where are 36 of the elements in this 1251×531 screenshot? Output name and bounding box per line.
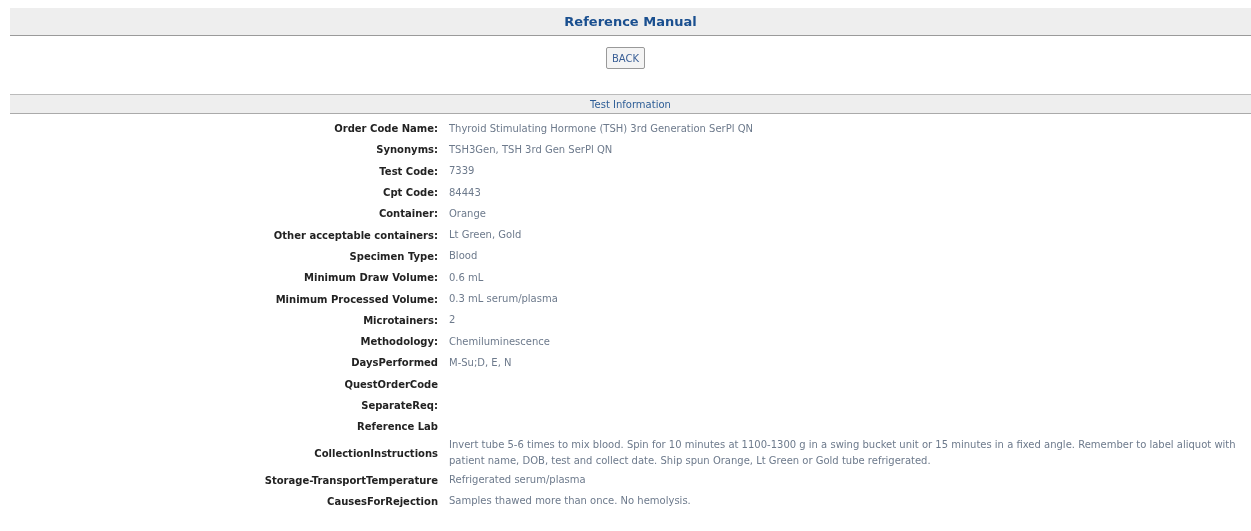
field-label: Microtainers: — [362, 314, 438, 326]
field-value: Thyroid Stimulating Hormone (TSH) 3rd Generation SerPl QN — [449, 121, 755, 136]
field-label: Cpt Code: — [382, 187, 438, 199]
field-label: QuestOrderCode — [343, 378, 438, 390]
field-value: 7339 — [449, 164, 476, 179]
field-label: CollectionInstructions — [313, 447, 438, 459]
field-label: Minimum Draw Volume: — [303, 272, 438, 284]
field-value: TSH3Gen, TSH 3rd Gen SerPl QN — [449, 142, 614, 157]
field-label: SeparateReq: — [360, 400, 438, 411]
field-label: Container: — [377, 208, 438, 220]
field-value: Invert tube 5-6 times to mix blood. Spin for 10 minutes at 1100-1300 g in a swing bucket unit or 15 minutes in a fixed angle. Remember to label aliquot with patient name, DOB, test and collect date. Ship spun Orange, Lt Green or Gold tube refrigerated. — [449, 438, 1237, 469]
field-label: Test Code: — [378, 165, 438, 177]
field-label: Methodology: — [359, 336, 438, 348]
field-label: Other acceptable containers: — [272, 229, 438, 241]
field-label: DaysPerformed — [350, 357, 438, 369]
field-label: Order Code Name: — [333, 123, 438, 135]
field-value: 0.3 mL serum/plasma — [449, 292, 559, 306]
field-value: Blood — [449, 249, 479, 264]
field-value: Refrigerated serum/plasma — [449, 473, 587, 488]
back-button[interactable]: BACK — [605, 47, 646, 69]
field-label: Specimen Type: — [348, 250, 438, 262]
page-title: Reference Manual — [564, 14, 697, 29]
field-value: M-Su;D, E, N — [449, 355, 513, 370]
field-value: 2 — [449, 313, 457, 328]
field-label: Reference Lab — [356, 421, 438, 433]
field-value: Orange — [449, 206, 487, 221]
section-title: Test Information — [590, 98, 671, 110]
field-label: CausesForRejection — [326, 495, 438, 507]
field-value: Samples thawed more than once. No hemolysis. — [449, 494, 692, 509]
field-label: Minimum Processed Volume: — [274, 293, 438, 305]
field-value: 84443 — [449, 185, 482, 200]
field-value: Lt Green, Gold — [449, 228, 523, 243]
field-value: Chemiluminescence — [449, 334, 551, 349]
field-label: Storage-TransportTemperature — [263, 474, 438, 486]
field-value: 0.6 mL — [449, 270, 485, 285]
field-label: Synonyms: — [375, 144, 438, 156]
